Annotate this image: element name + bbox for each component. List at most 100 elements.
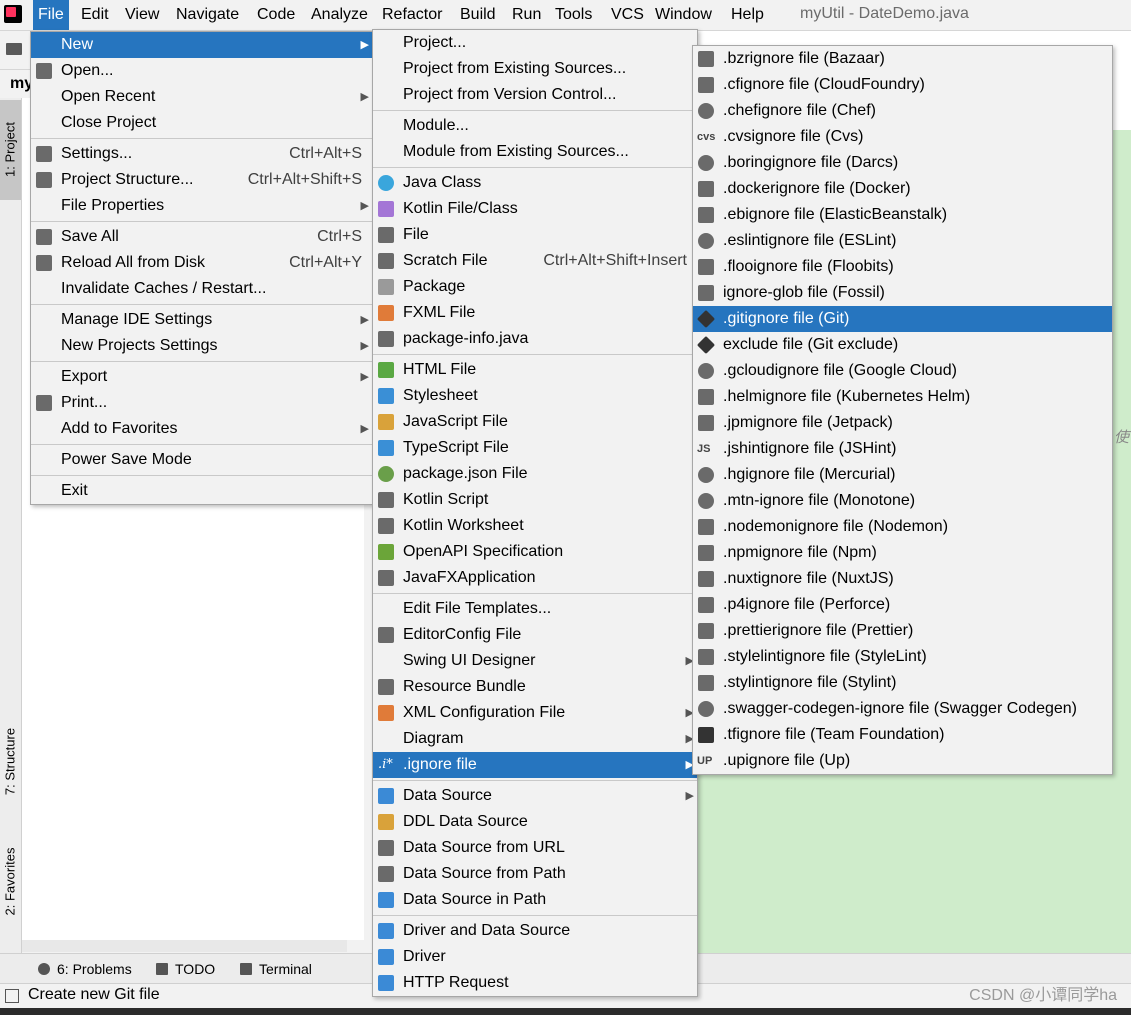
- file-menu-item-file-properties[interactable]: File Properties ▶: [31, 193, 372, 219]
- new-menu-item-swing-ui-designer[interactable]: Swing UI Designer ▶: [373, 648, 697, 674]
- ignore-menu-item-boringignore-file-darcs[interactable]: .boringignore file (Darcs): [693, 150, 1112, 176]
- new-menu-item-project-from-version-control[interactable]: Project from Version Control...: [373, 82, 697, 108]
- new-menu-item-project-from-existing-sources[interactable]: Project from Existing Sources...: [373, 56, 697, 82]
- new-menu-item-html-file[interactable]: HTML File: [373, 357, 697, 383]
- file-menu-item-open[interactable]: Open...: [31, 58, 372, 84]
- menu-navigate[interactable]: Navigate: [171, 0, 244, 30]
- new-menu-item-project[interactable]: Project...: [373, 30, 697, 56]
- new-menu-item-module-from-existing-sources[interactable]: Module from Existing Sources...: [373, 139, 697, 165]
- file-menu-item-print[interactable]: Print...: [31, 390, 372, 416]
- ignore-menu-item-swagger-codegen-ignore-file-swagger-codegen[interactable]: .swagger-codegen-ignore file (Swagger Co…: [693, 696, 1112, 722]
- menu-analyze[interactable]: Analyze: [306, 0, 373, 30]
- ignore-menu-item-jpmignore-file-jetpack[interactable]: .jpmignore file (Jetpack): [693, 410, 1112, 436]
- file-menu-item-invalidate-caches-restart[interactable]: Invalidate Caches / Restart...: [31, 276, 372, 302]
- menu-tools[interactable]: Tools: [550, 0, 597, 30]
- new-menu-item-scratch-file[interactable]: Scratch File Ctrl+Alt+Shift+Insert: [373, 248, 697, 274]
- new-menu-item-package-info-java[interactable]: package-info.java: [373, 326, 697, 352]
- new-menu-item-kotlin-worksheet[interactable]: Kotlin Worksheet: [373, 513, 697, 539]
- file-menu-item-save-all[interactable]: Save All Ctrl+S: [31, 224, 372, 250]
- new-menu-item-openapi-specification[interactable]: OpenAPI Specification: [373, 539, 697, 565]
- file-menu-item-reload-all-from-disk[interactable]: Reload All from Disk Ctrl+Alt+Y: [31, 250, 372, 276]
- new-menu-item-ignore-file[interactable]: .i* .ignore file ▶: [373, 752, 697, 778]
- ignore-menu-item-npmignore-file-npm[interactable]: .npmignore file (Npm): [693, 540, 1112, 566]
- new-menu-item-editorconfig-file[interactable]: EditorConfig File: [373, 622, 697, 648]
- ignore-menu-item-ignore-glob-file-fossil[interactable]: ignore-glob file (Fossil): [693, 280, 1112, 306]
- ignore-menu-item-eslintignore-file-eslint[interactable]: .eslintignore file (ESLint): [693, 228, 1112, 254]
- ignore-menu-item-p4ignore-file-perforce[interactable]: .p4ignore file (Perforce): [693, 592, 1112, 618]
- file-menu-item-close-project[interactable]: Close Project: [31, 110, 372, 136]
- new-menu-item-stylesheet[interactable]: Stylesheet: [373, 383, 697, 409]
- new-menu-item-data-source-from-url[interactable]: Data Source from URL: [373, 835, 697, 861]
- bottom-tab-6-problems[interactable]: 6: Problems: [57, 954, 132, 984]
- new-menu-item-diagram[interactable]: Diagram ▶: [373, 726, 697, 752]
- new-menu-item-ddl-data-source[interactable]: DDL Data Source: [373, 809, 697, 835]
- bottom-tab-terminal[interactable]: Terminal: [259, 954, 312, 984]
- file-menu-item-new-projects-settings[interactable]: New Projects Settings ▶: [31, 333, 372, 359]
- ignore-menu-item-jshintignore-file-jshint[interactable]: JS .jshintignore file (JSHint): [693, 436, 1112, 462]
- menu-vcs[interactable]: VCS: [606, 0, 649, 30]
- file-menu-item-project-structure[interactable]: Project Structure... Ctrl+Alt+Shift+S: [31, 167, 372, 193]
- new-menu-item-package[interactable]: Package: [373, 274, 697, 300]
- new-menu-item-kotlin-script[interactable]: Kotlin Script: [373, 487, 697, 513]
- file-menu-item-exit[interactable]: Exit: [31, 478, 372, 504]
- menu-edit[interactable]: Edit: [76, 0, 114, 30]
- new-menu-item-javafxapplication[interactable]: JavaFXApplication: [373, 565, 697, 591]
- new-menu-item-driver-and-data-source[interactable]: Driver and Data Source: [373, 918, 697, 944]
- ignore-menu-item-flooignore-file-floobits[interactable]: .flooignore file (Floobits): [693, 254, 1112, 280]
- file-menu-item-new[interactable]: New ▶: [31, 32, 372, 58]
- file-menu-item-power-save-mode[interactable]: Power Save Mode: [31, 447, 372, 473]
- new-menu-item-typescript-file[interactable]: TypeScript File: [373, 435, 697, 461]
- menu-file[interactable]: File: [33, 0, 69, 30]
- new-menu-item-data-source-in-path[interactable]: Data Source in Path: [373, 887, 697, 913]
- ignore-menu-item-exclude-file-git-exclude[interactable]: exclude file (Git exclude): [693, 332, 1112, 358]
- ignore-menu-item-chefignore-file-chef[interactable]: .chefignore file (Chef): [693, 98, 1112, 124]
- menu-view[interactable]: View: [120, 0, 164, 30]
- ignore-menu-item-cfignore-file-cloudfoundry[interactable]: .cfignore file (CloudFoundry): [693, 72, 1112, 98]
- file-menu-item-add-to-favorites[interactable]: Add to Favorites ▶: [31, 416, 372, 442]
- new-menu-item-file[interactable]: File: [373, 222, 697, 248]
- bottom-tab-todo[interactable]: TODO: [175, 954, 215, 984]
- file-menu-item-manage-ide-settings[interactable]: Manage IDE Settings ▶: [31, 307, 372, 333]
- ignore-menu-item-dockerignore-file-docker[interactable]: .dockerignore file (Docker): [693, 176, 1112, 202]
- new-menu-item-data-source-from-path[interactable]: Data Source from Path: [373, 861, 697, 887]
- menu-help[interactable]: Help: [726, 0, 769, 30]
- layout-icon[interactable]: [5, 989, 19, 1003]
- new-menu-item-data-source[interactable]: Data Source ▶: [373, 783, 697, 809]
- new-menu-item-javascript-file[interactable]: JavaScript File: [373, 409, 697, 435]
- ignore-menu-item-cvsignore-file-cvs[interactable]: cvs .cvsignore file (Cvs): [693, 124, 1112, 150]
- new-menu-item-fxml-file[interactable]: FXML File: [373, 300, 697, 326]
- new-menu-item-java-class[interactable]: Java Class: [373, 170, 697, 196]
- ignore-menu-item-stylelintignore-file-stylelint[interactable]: .stylelintignore file (StyleLint): [693, 644, 1112, 670]
- new-menu-item-xml-configuration-file[interactable]: XML Configuration File ▶: [373, 700, 697, 726]
- ignore-menu-item-hgignore-file-mercurial[interactable]: .hgignore file (Mercurial): [693, 462, 1112, 488]
- ignore-menu-item-ebignore-file-elasticbeanstalk[interactable]: .ebignore file (ElasticBeanstalk): [693, 202, 1112, 228]
- ignore-menu-item-tfignore-file-team-foundation[interactable]: .tfignore file (Team Foundation): [693, 722, 1112, 748]
- ignore-menu-item-gitignore-file-git[interactable]: .gitignore file (Git): [693, 306, 1112, 332]
- new-menu-item-driver[interactable]: Driver: [373, 944, 697, 970]
- open-folder-icon[interactable]: [6, 43, 22, 55]
- file-menu-item-export[interactable]: Export ▶: [31, 364, 372, 390]
- ignore-menu-item-stylintignore-file-stylint[interactable]: .stylintignore file (Stylint): [693, 670, 1112, 696]
- favorites-tab[interactable]: 2: Favorites: [3, 832, 18, 932]
- ignore-menu-item-upignore-file-up[interactable]: UP .upignore file (Up): [693, 748, 1112, 774]
- new-menu-item-kotlin-file-class[interactable]: Kotlin File/Class: [373, 196, 697, 222]
- ignore-menu-item-bzrignore-file-bazaar[interactable]: .bzrignore file (Bazaar): [693, 46, 1112, 72]
- new-menu-item-http-request[interactable]: HTTP Request: [373, 970, 697, 996]
- ignore-menu-item-gcloudignore-file-google-cloud[interactable]: .gcloudignore file (Google Cloud): [693, 358, 1112, 384]
- menu-run[interactable]: Run: [507, 0, 546, 30]
- project-tool-tab[interactable]: 1: Project: [0, 100, 21, 200]
- ignore-menu-item-prettierignore-file-prettier[interactable]: .prettierignore file (Prettier): [693, 618, 1112, 644]
- menu-build[interactable]: Build: [455, 0, 501, 30]
- ignore-menu-item-helmignore-file-kubernetes-helm[interactable]: .helmignore file (Kubernetes Helm): [693, 384, 1112, 410]
- menu-window[interactable]: Window: [650, 0, 717, 30]
- new-menu-item-edit-file-templates[interactable]: Edit File Templates...: [373, 596, 697, 622]
- ignore-menu-item-mtn-ignore-file-monotone[interactable]: .mtn-ignore file (Monotone): [693, 488, 1112, 514]
- project-panel-scrollbar[interactable]: [22, 940, 347, 952]
- file-menu-item-settings[interactable]: Settings... Ctrl+Alt+S: [31, 141, 372, 167]
- menu-code[interactable]: Code: [252, 0, 300, 30]
- ignore-menu-item-nuxtignore-file-nuxtjs[interactable]: .nuxtignore file (NuxtJS): [693, 566, 1112, 592]
- file-menu-item-open-recent[interactable]: Open Recent ▶: [31, 84, 372, 110]
- new-menu-item-package-json-file[interactable]: package.json File: [373, 461, 697, 487]
- menu-refactor[interactable]: Refactor: [377, 0, 447, 30]
- structure-tab[interactable]: 7: Structure: [3, 712, 18, 812]
